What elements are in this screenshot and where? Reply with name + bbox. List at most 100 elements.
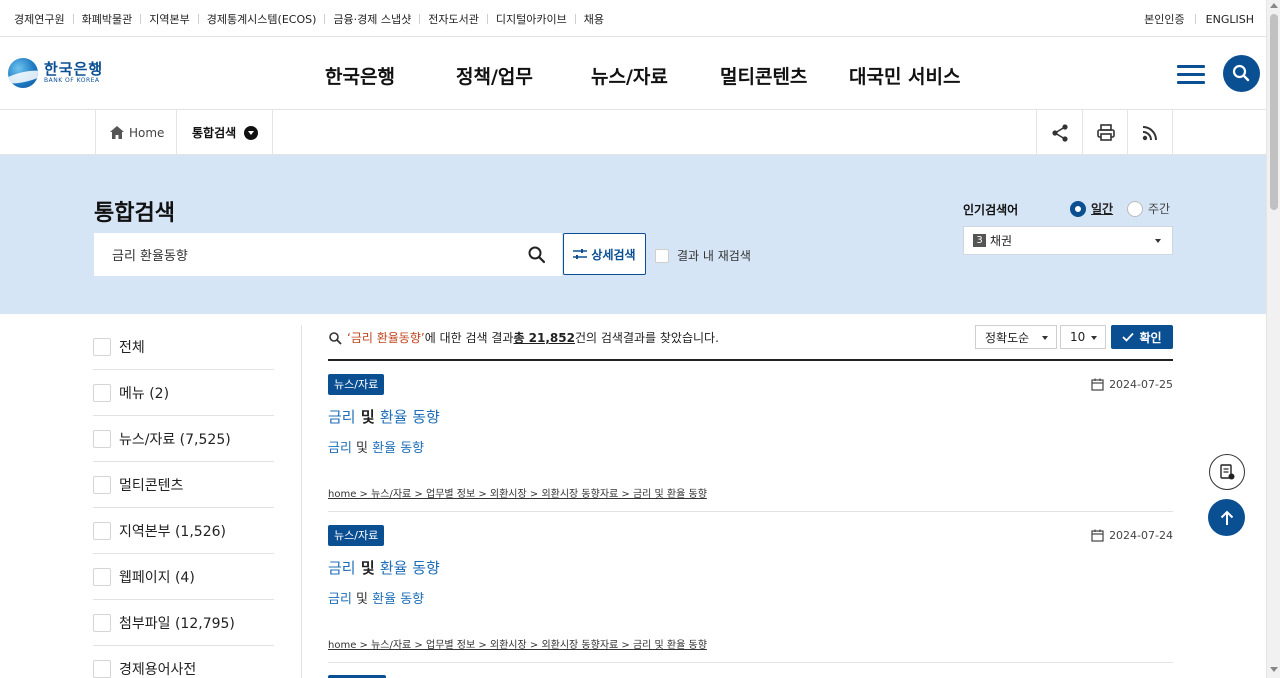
document-list-icon [1220,464,1235,480]
sort-select[interactable]: 정확도순 [975,325,1057,349]
results-total: 총 21,852 [513,331,575,345]
filter-regional[interactable]: 지역본부 (1,526) [93,508,274,554]
print-button[interactable] [1082,110,1128,155]
search-button[interactable] [1223,55,1260,92]
filter-checkbox[interactable] [93,429,111,448]
desc-part: 환율 동향 [372,592,425,607]
arrow-up-icon [1220,510,1233,525]
research-option[interactable]: 결과 내 재검색 [655,247,751,264]
divider [301,325,302,678]
filter-glossary[interactable]: 경제용어사전 [93,646,274,678]
result-title[interactable]: 금리 및 환율 동향 [328,557,440,578]
page-size-select[interactable]: 10 [1060,325,1106,349]
title-part: 및 [355,408,380,426]
radio-selected [1070,200,1086,217]
utility-bar: 경제연구원 화폐박물관 지역본부 경제통계시스템(ECOS) 금융·경제 스냅샷… [0,0,1266,37]
check-icon [1122,332,1135,342]
logo[interactable]: 한국은행 BANK OF KOREA [8,58,103,88]
confirm-button[interactable]: 확인 [1111,325,1173,349]
logo-mark-icon [8,58,38,88]
util-link-snapshot[interactable]: 금융·경제 스냅샷 [333,11,411,27]
result-date-value: 2024-07-25 [1109,378,1173,391]
filter-checkbox[interactable] [93,383,111,402]
caret-down-icon [1091,336,1097,340]
period-daily-radio[interactable]: 일간 [1070,200,1113,217]
advanced-search-button[interactable]: 상세검색 [563,233,646,275]
research-checkbox[interactable] [655,248,669,263]
header: 한국은행 BANK OF KOREA 한국은행 정책/업무 뉴스/자료 멀티콘텐… [0,37,1266,110]
scroll-down-arrow-icon[interactable] [1270,667,1278,672]
filter-label: 전체 [119,340,145,356]
logo-name-ko: 한국은행 [44,60,104,78]
filter-checkbox[interactable] [93,338,111,356]
share-button[interactable] [1036,110,1082,155]
caret-down-icon [1042,336,1048,340]
share-icon [1051,123,1068,142]
filter-webpage[interactable]: 웹페이지 (4) [93,554,274,600]
nav-bank[interactable]: 한국은행 [325,62,456,89]
filter-checkbox[interactable] [93,521,111,540]
page-scrollbar[interactable] [1266,0,1280,678]
nav-public[interactable]: 대국민 서비스 [849,62,961,89]
result-title[interactable]: 금리 및 환율 동향 [328,406,440,427]
filter-all[interactable]: 전체 [93,325,274,370]
scroll-thumb[interactable] [1270,14,1278,210]
rss-button[interactable] [1127,110,1173,155]
util-link-research[interactable]: 경제연구원 [14,11,65,27]
scroll-top-button[interactable] [1208,499,1245,536]
result-category-badge: 뉴스/자료 [328,374,385,395]
recent-view-button[interactable] [1209,454,1245,490]
filter-checkbox[interactable] [93,613,111,632]
util-link-archive[interactable]: 디지털아카이브 [496,11,567,27]
filter-multi[interactable]: 멀티콘텐츠 [93,462,274,508]
calendar-icon [1091,529,1104,542]
util-link-ecos[interactable]: 경제통계시스템(ECOS) [207,11,317,27]
nav-policy[interactable]: 정책/업무 [456,62,591,89]
english-link[interactable]: ENGLISH [1206,13,1254,26]
title-part: 환율 동향 [379,408,440,426]
result-path-link[interactable]: home > 뉴스/자료 > 업무별 정보 > 외환시장 > 외환시장 동향자료… [328,636,707,651]
breadcrumb-current[interactable]: 통합검색 [177,110,273,155]
filter-label: 멀티콘텐츠 [119,477,184,494]
breadcrumb-home[interactable]: Home [95,110,177,155]
logo-name-en: BANK OF KOREA [44,77,100,84]
nav-multi[interactable]: 멀티콘텐츠 [720,62,849,89]
filter-label: 웹페이지 (4) [119,569,195,586]
results-query: 금리 환율동향 [350,331,421,345]
nav-news[interactable]: 뉴스/자료 [591,62,720,89]
filter-checkbox[interactable] [93,659,111,678]
chevron-down-icon [244,125,259,140]
filter-attachment[interactable]: 첨부파일 (12,795) [93,600,274,646]
desc-part: 금리 [328,441,352,456]
result-path-link[interactable]: home > 뉴스/자료 > 업무별 정보 > 외환시장 > 외환시장 동향자료… [328,485,707,500]
results-summary: ‘금리 환율동향’ 에 대한 검색 결과 총 21,852 건의 검색결과를 찾았습… [328,329,719,346]
search-submit-icon[interactable] [527,245,547,265]
period-weekly-radio[interactable]: 주간 [1127,200,1170,217]
research-label: 결과 내 재검색 [677,249,751,263]
search-area: 통합검색 상세검색 결과 내 재검색 인기검색어 일간 주간 3 [0,155,1266,314]
util-link-museum[interactable]: 화폐박물관 [82,11,133,27]
result-category-badge: 뉴스/자료 [328,525,385,546]
utility-links: 경제연구원 화폐박물관 지역본부 경제통계시스템(ECOS) 금융·경제 스냅샷… [14,11,604,27]
verify-link[interactable]: 본인인증 [1144,11,1184,27]
page-title: 통합검색 [94,201,175,226]
home-icon [110,126,124,139]
util-link-recruit[interactable]: 채용 [584,11,604,27]
util-link-regional[interactable]: 지역본부 [149,11,189,27]
scroll-up-arrow-icon[interactable] [1270,3,1278,8]
util-link-library[interactable]: 전자도서관 [428,11,479,27]
result-item: 뉴스/자료 2024-07-25 금리 및 환율 동향 금리 및 환율 동향 h… [328,361,1173,512]
popular-term-select[interactable]: 3 채권 [963,226,1173,255]
filter-menu[interactable]: 메뉴 (2) [93,370,274,416]
search-input[interactable] [94,233,562,276]
results-mid-text: 에 대한 검색 결과 [424,331,514,345]
print-icon [1096,123,1115,141]
menu-icon[interactable] [1177,65,1205,85]
filter-checkbox[interactable] [93,475,111,494]
filter-news[interactable]: 뉴스/자료 (7,525) [93,416,274,462]
result-date-value: 2024-07-24 [1109,529,1173,542]
filter-checkbox[interactable] [93,567,111,586]
title-part: 금리 [328,559,356,577]
results-tail-text: 건의 검색결과를 찾았습니다. [574,331,719,345]
sort-value: 정확도순 [985,330,1030,345]
